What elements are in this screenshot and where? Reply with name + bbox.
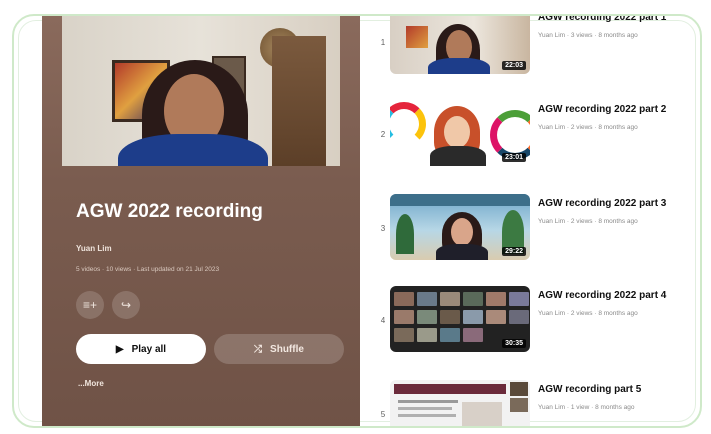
thumb-tile [440,292,460,306]
video-meta: Yuan Lim · 2 views · 8 months ago [538,310,638,317]
thumb-tile [486,292,506,306]
thumb-painting [406,26,428,48]
save-playlist-icon: ≡+ [82,298,97,312]
thumb-speaker-tile [510,398,528,412]
thumb-slide-line [398,400,458,403]
video-index: 2 [380,130,386,139]
video-index: 3 [380,224,386,233]
playlist-title: AGW 2022 recording [76,201,263,222]
thumb-tile [509,292,529,306]
save-playlist-button[interactable]: ≡+ [76,291,104,319]
video-meta: Yuan Lim · 1 view · 8 months ago [538,404,635,411]
video-row-3[interactable]: 3 29:22 AGW recording 2022 part 3 Yuan L… [368,188,700,268]
shuffle-label: Shuffle [270,343,304,355]
thumb-slide-image [462,402,502,426]
playlist-cover-thumbnail[interactable] [62,16,340,166]
shuffle-icon: ⤮ [254,343,263,355]
thumb-tile [509,310,529,324]
video-duration: 29:22 [502,247,526,256]
shuffle-button[interactable]: ⤮ Shuffle [214,334,344,364]
video-thumbnail[interactable]: 23:01 [390,100,530,166]
thumb-tile [417,328,437,342]
video-meta: Yuan Lim · 2 views · 8 months ago [538,124,638,131]
person-body [118,134,268,166]
video-row-4[interactable]: 4 30:35 AGW recording 2022 part 4 Yuan L… [368,280,700,360]
thumb-tile [463,292,483,306]
playlist-header-panel: AGW 2022 recording Yuan Lim 5 videos · 1… [42,16,360,426]
share-icon: ↪ [120,298,132,312]
video-index: 4 [380,316,386,325]
video-title[interactable]: AGW recording 2022 part 4 [538,290,666,301]
video-thumbnail[interactable]: 22:03 [390,16,530,74]
video-row-2[interactable]: 2 23:01 AGW recording 2022 part 2 Yuan L… [368,94,700,174]
video-title[interactable]: AGW recording 2022 part 3 [538,198,666,209]
thumb-person-face [444,116,470,148]
thumb-tile [394,328,414,342]
playlist-owner[interactable]: Yuan Lim [76,244,112,253]
thumb-tile [440,328,460,342]
thumb-person-body [436,244,488,260]
video-duration: 22:03 [502,61,526,70]
video-title[interactable]: AGW recording 2022 part 2 [538,104,666,115]
bookshelf [272,36,326,166]
video-meta: Yuan Lim · 2 views · 8 months ago [538,218,638,225]
video-thumbnail[interactable] [390,380,530,426]
thumb-tile [440,310,460,324]
thumb-palm [396,214,414,254]
thumb-slide-header [394,384,506,394]
play-all-button[interactable]: ▶ Play all [76,334,206,364]
thumb-tile [417,292,437,306]
video-index: 5 [380,410,386,419]
thumb-slide-line [398,407,452,410]
sdg-wheel-left [390,102,426,146]
video-list: 1 22:03 AGW recording 2022 part 1 Yuan L… [368,16,700,426]
video-row-5[interactable]: 5 AGW recording part 5 Yuan Lim · 1 view… [368,374,700,426]
thumb-sky-band [390,194,530,206]
video-title[interactable]: AGW recording 2022 part 1 [538,16,666,23]
play-all-label: Play all [131,343,167,355]
video-meta: Yuan Lim · 3 views · 8 months ago [538,32,638,39]
thumb-slide-line [398,414,456,417]
thumb-person-body [428,58,490,74]
thumb-tile [463,328,483,342]
thumb-tile [417,310,437,324]
video-thumbnail[interactable]: 29:22 [390,194,530,260]
share-button[interactable]: ↪ [112,291,140,319]
playlist-frame: AGW 2022 recording Yuan Lim 5 videos · 1… [12,14,702,428]
playlist-meta: 5 videos · 10 views · Last updated on 21… [76,266,220,273]
thumb-person-body [430,146,486,166]
thumb-tile [486,310,506,324]
thumb-speaker-tile [510,382,528,396]
more-link[interactable]: ...More [78,379,104,388]
video-row-1[interactable]: 1 22:03 AGW recording 2022 part 1 Yuan L… [368,16,700,82]
thumb-tile [394,292,414,306]
thumb-tile [463,310,483,324]
video-thumbnail[interactable]: 30:35 [390,286,530,352]
video-duration: 23:01 [502,153,526,162]
video-title[interactable]: AGW recording part 5 [538,384,641,395]
thumb-tile [394,310,414,324]
play-icon: ▶ [115,343,124,355]
video-duration: 30:35 [502,339,526,348]
video-index: 1 [380,38,386,47]
thumb-person-face [451,218,473,246]
